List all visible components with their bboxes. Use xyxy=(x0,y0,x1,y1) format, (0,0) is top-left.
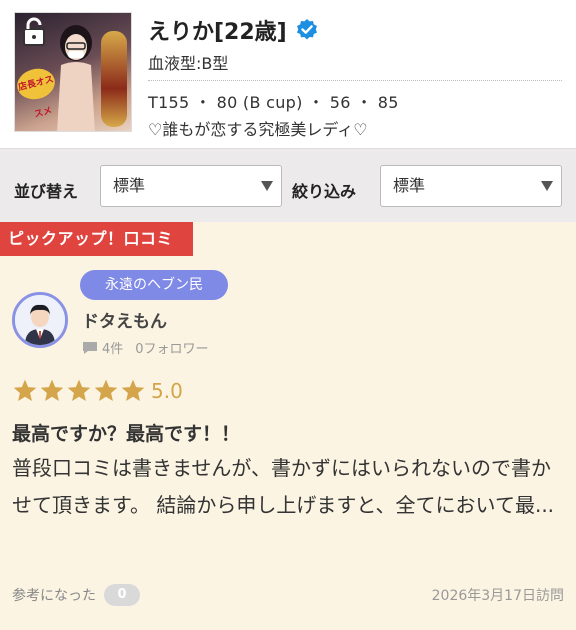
profile-header: 店長オススメ えりか[22歳] 血液型:B型 T155 ・ 80 (B cup)… xyxy=(0,0,576,148)
star-icon xyxy=(121,379,145,401)
reviewer-stats: 4件 0フォロワー xyxy=(82,338,209,357)
blood-type: 血液型:B型 xyxy=(148,54,229,73)
star-icon xyxy=(67,379,91,401)
sort-select-value: 標準 xyxy=(113,176,146,195)
review-title[interactable]: 最高ですか？最高です！！ xyxy=(12,419,240,446)
filter-select-value: 標準 xyxy=(393,176,426,195)
dropdown-arrow-icon xyxy=(261,181,273,191)
girl-name[interactable]: えりか[22歳] xyxy=(148,14,287,46)
helpful-button[interactable]: 0 xyxy=(104,584,140,606)
profile-photo[interactable]: 店長オススメ xyxy=(14,12,132,132)
user-avatar-icon xyxy=(15,295,65,345)
rating-stars xyxy=(12,378,147,404)
reviewer-rank-badge: 永遠のヘブン民 xyxy=(80,270,228,300)
sort-label: 並び替え xyxy=(14,182,79,201)
sort-select[interactable]: 標準 xyxy=(100,165,282,207)
measurements: T155 ・ 80 (B cup) ・ 56 ・ 85 xyxy=(148,93,399,112)
follower-count: 0フォロワー xyxy=(135,342,209,357)
rating-score: 5.0 xyxy=(151,379,183,403)
star-icon xyxy=(13,379,37,401)
catchphrase: ♡誰もが恋する究極美レディ♡ xyxy=(148,120,368,139)
filter-bar: 並び替え 標準 絞り込み 標準 xyxy=(0,148,576,222)
helpful-area: 参考になった 0 xyxy=(12,584,140,606)
rating: 5.0 xyxy=(12,376,183,406)
post-count: 4件 xyxy=(102,342,124,357)
visit-date: 2026年3月17日訪問 xyxy=(431,588,564,604)
reviewer-name[interactable]: ドタえもん xyxy=(82,307,167,332)
lock-icon xyxy=(23,17,45,46)
profile-divider xyxy=(148,80,562,81)
dropdown-arrow-icon xyxy=(541,181,553,191)
verified-check-icon xyxy=(296,19,317,40)
photo-figure xyxy=(57,25,95,131)
comment-icon xyxy=(83,341,97,354)
filter-select[interactable]: 標準 xyxy=(380,165,562,207)
helpful-label: 参考になった xyxy=(12,588,96,604)
review-body[interactable]: 普段口コミは書きませんが、書かずにはいられないので書かせて頂きます。 結論から申… xyxy=(12,450,568,524)
reviewer-avatar[interactable] xyxy=(12,292,68,348)
star-icon xyxy=(40,379,64,401)
filter-label: 絞り込み xyxy=(292,182,357,201)
pickup-review-tag: ピックアップ！口コミ xyxy=(0,222,193,256)
star-icon xyxy=(94,379,118,401)
photo-decoration xyxy=(101,31,127,127)
